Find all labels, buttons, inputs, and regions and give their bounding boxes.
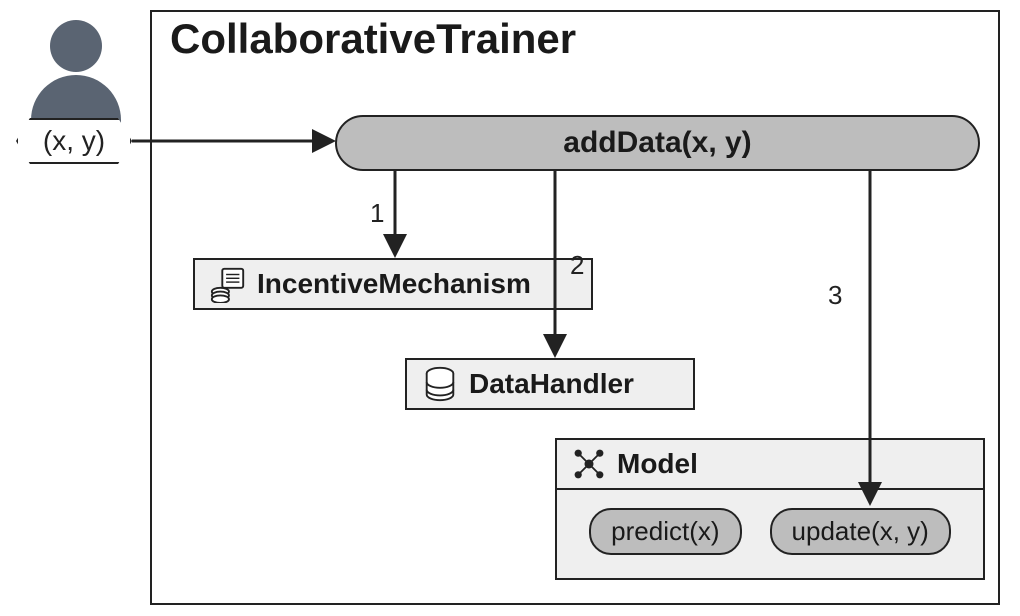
update-method: update(x, y) bbox=[770, 508, 951, 555]
arrow-label-2: 2 bbox=[570, 250, 584, 281]
incentive-label: IncentiveMechanism bbox=[257, 268, 531, 300]
diagram-root: CollaborativeTrainer (x, y) addData(x, y… bbox=[0, 0, 1020, 616]
model-label: Model bbox=[617, 448, 698, 480]
adddata-method: addData(x, y) bbox=[335, 115, 980, 171]
coins-icon bbox=[209, 265, 247, 303]
model-header: Model bbox=[557, 440, 983, 490]
arrow-label-3: 3 bbox=[828, 280, 842, 311]
incentive-mechanism-box: IncentiveMechanism bbox=[193, 258, 593, 310]
arrow-label-1: 1 bbox=[370, 198, 384, 229]
adddata-label: addData(x, y) bbox=[563, 126, 751, 160]
data-handler-box: DataHandler bbox=[405, 358, 695, 410]
user-input-node: (x, y) bbox=[16, 118, 132, 164]
database-icon bbox=[421, 365, 459, 403]
user-input-label: (x, y) bbox=[43, 125, 105, 157]
predict-method: predict(x) bbox=[589, 508, 741, 555]
model-box: Model predict(x) update(x, y) bbox=[555, 438, 985, 580]
diagram-title: CollaborativeTrainer bbox=[170, 15, 576, 63]
model-methods: predict(x) update(x, y) bbox=[557, 490, 983, 573]
datahandler-label: DataHandler bbox=[469, 368, 634, 400]
user-icon bbox=[28, 20, 123, 123]
network-icon bbox=[571, 446, 607, 482]
